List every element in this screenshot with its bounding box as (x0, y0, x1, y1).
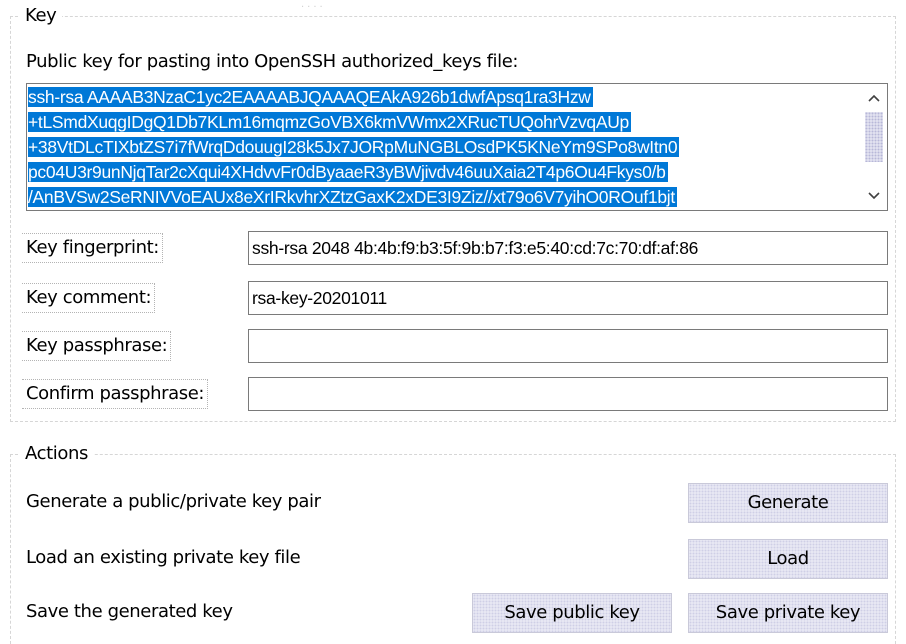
fingerprint-field[interactable]: ssh-rsa 2048 4b:4b:f9:b3:5f:9b:b7:f3:e5:… (248, 231, 888, 265)
save-private-key-button[interactable]: Save private key (688, 593, 888, 633)
confirm-passphrase-field[interactable] (248, 377, 888, 411)
passphrase-label: Key passphrase: (21, 329, 172, 363)
passphrase-field[interactable] (248, 329, 888, 363)
fingerprint-label: Key fingerprint: (22, 231, 163, 265)
generate-description: Generate a public/private key pair (26, 491, 321, 512)
public-key-line: pc04U3r9unNjqTar2cXqui4XHdvvFr0dByaaeR3y… (28, 162, 668, 182)
public-key-text[interactable]: ssh-rsa AAAAB3NzaC1yc2EAAAABJQAAAQEAkA92… (28, 85, 863, 210)
public-key-scrollbar[interactable] (861, 84, 887, 210)
save-description: Save the generated key (26, 601, 233, 622)
public-key-line: +tLSmdXuqgIDgQ1Db7KLm16mqmzGoVBX6kmVWmx2… (28, 112, 631, 132)
generate-button[interactable]: Generate (688, 483, 888, 523)
chevron-down-icon[interactable] (861, 184, 887, 208)
comment-label: Key comment: (21, 281, 156, 315)
confirm-passphrase-label: Confirm passphrase: (21, 377, 209, 411)
chevron-up-icon[interactable] (861, 86, 887, 110)
public-key-line: +38VtDLcTIXbtZS7i7fWrqDdouugI28k5Jx7JORp… (28, 137, 680, 157)
public-key-line: /AnBVSw2SeRNIVVoEAUx8eXrIRkvhrXZtzGaxK2x… (28, 187, 677, 207)
key-group-title: Key (19, 5, 63, 27)
top-edge-dots: ···· (301, 2, 326, 13)
public-key-textarea[interactable]: ssh-rsa AAAAB3NzaC1yc2EAAAABJQAAAQEAkA92… (26, 83, 888, 211)
load-description: Load an existing private key file (26, 547, 301, 568)
public-key-line: ssh-rsa AAAAB3NzaC1yc2EAAAABJQAAAQEAkA92… (28, 87, 593, 107)
scrollbar-thumb[interactable] (865, 112, 883, 162)
actions-group-title: Actions (19, 443, 94, 465)
comment-field[interactable]: rsa-key-20201011 (248, 281, 888, 315)
load-button[interactable]: Load (688, 539, 888, 579)
public-key-label: Public key for pasting into OpenSSH auth… (26, 51, 519, 72)
save-public-key-button[interactable]: Save public key (472, 593, 672, 633)
